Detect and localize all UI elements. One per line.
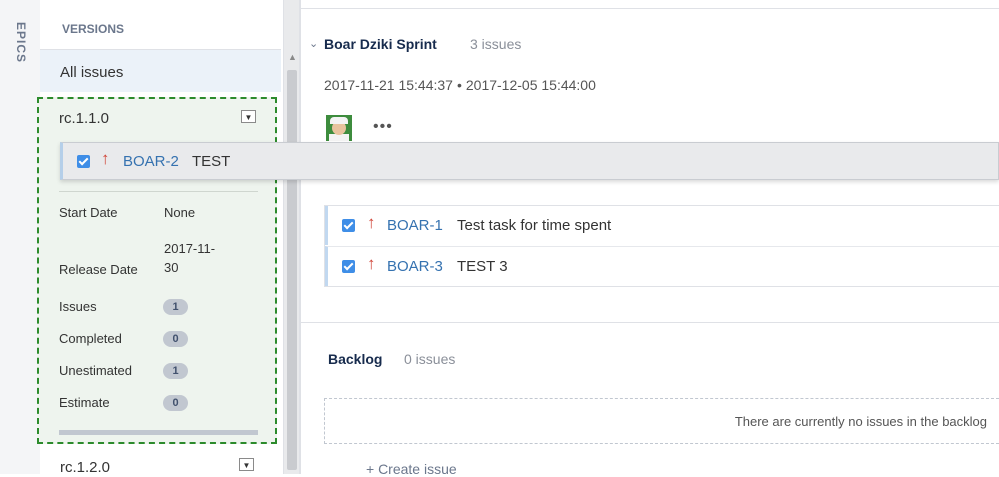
priority-highest-icon: ↑ <box>367 254 376 273</box>
create-issue-link[interactable]: + Create issue <box>366 461 457 477</box>
all-issues-label: All issues <box>60 64 124 81</box>
epics-label: EPICS <box>14 22 28 64</box>
backlog-empty-message: There are currently no issues in the bac… <box>734 414 987 429</box>
dragged-issue-row[interactable]: ↑ BOAR-2 TEST <box>60 142 999 180</box>
divider <box>59 191 258 192</box>
panel-divider <box>299 0 301 474</box>
issue-title: Test task for time spent <box>457 217 612 234</box>
avatar-hat <box>330 117 348 124</box>
issue-key[interactable]: BOAR-3 <box>387 258 443 275</box>
sprint-start-date: 2017-11-21 15:44:37 <box>324 77 453 93</box>
epics-panel-toggle[interactable]: EPICS <box>0 0 41 474</box>
issues-label: Issues <box>59 299 97 314</box>
issue-title: TEST <box>192 153 231 170</box>
version-name: rc.1.2.0 <box>60 459 111 476</box>
separator: • <box>456 77 462 93</box>
chevron-down-icon: ▼ <box>242 461 251 470</box>
divider <box>301 8 999 9</box>
estimate-count-badge: 0 <box>163 395 188 411</box>
more-icon[interactable]: ••• <box>373 118 393 136</box>
issue-key[interactable]: BOAR-1 <box>387 217 443 234</box>
issue-title: TEST 3 <box>457 258 508 275</box>
issue-key[interactable]: BOAR-2 <box>123 153 179 170</box>
priority-highest-icon: ↑ <box>101 149 110 168</box>
collapse-chevron-icon[interactable]: ⌄ <box>309 37 318 50</box>
sprint-dates: 2017-11-21 15:44:37 • 2017-12-05 15:44:00 <box>324 77 596 93</box>
versions-scrollbar[interactable]: ▲ <box>283 0 300 474</box>
scroll-up-icon[interactable]: ▲ <box>288 52 297 62</box>
priority-highest-icon: ↑ <box>367 213 376 232</box>
version-name: rc.1.1.0 <box>59 110 110 127</box>
all-issues-filter[interactable]: All issues <box>40 49 281 92</box>
unestimated-label: Unestimated <box>59 363 132 378</box>
release-date-line2: 30 <box>164 260 179 275</box>
sprint-issue-list: ↑ BOAR-1 Test task for time spent ↑ BOAR… <box>324 205 999 287</box>
divider <box>301 322 999 323</box>
sprint-name[interactable]: Boar Dziki Sprint <box>324 36 437 52</box>
completed-label: Completed <box>59 331 122 346</box>
backlog-title: Backlog <box>328 351 383 367</box>
versions-panel: VERSIONS All issues rc.1.1.0 ▼ Start Dat… <box>37 0 283 476</box>
version-actions-dropdown[interactable]: ▼ <box>241 110 256 123</box>
versions-header: VERSIONS <box>62 22 125 36</box>
issue-row[interactable]: ↑ BOAR-3 TEST 3 <box>325 246 999 286</box>
version-progress-bar <box>59 430 258 435</box>
chevron-down-icon: ▼ <box>244 113 253 122</box>
release-date-line1: 2017-11- <box>164 241 216 256</box>
estimate-label: Estimate <box>59 395 110 410</box>
issue-row[interactable]: ↑ BOAR-1 Test task for time spent <box>325 206 999 245</box>
sprint-issue-count: 3 issues <box>470 36 522 52</box>
checkbox-checked-icon <box>77 155 90 168</box>
checkbox-checked-icon <box>342 260 355 273</box>
release-date-label: Release Date <box>59 262 138 277</box>
avatar[interactable] <box>326 115 352 141</box>
start-date-value: None <box>164 205 196 220</box>
scrollbar-thumb[interactable] <box>287 70 297 470</box>
checkbox-checked-icon <box>342 219 355 232</box>
backlog-empty-dropzone[interactable]: There are currently no issues in the bac… <box>324 398 999 444</box>
release-date-value: 2017-11- 30 <box>164 239 215 277</box>
unestimated-count-badge: 1 <box>163 363 188 379</box>
sprint-end-date: 2017-12-05 15:44:00 <box>465 77 596 93</box>
completed-count-badge: 0 <box>163 331 188 347</box>
version-card[interactable]: rc.1.2.0 ▼ <box>40 450 281 476</box>
start-date-label: Start Date <box>59 205 118 220</box>
issues-count-badge: 1 <box>163 299 188 315</box>
backlog-issue-count: 0 issues <box>404 351 456 367</box>
avatar-body <box>329 134 349 141</box>
version-actions-dropdown[interactable]: ▼ <box>239 458 254 471</box>
